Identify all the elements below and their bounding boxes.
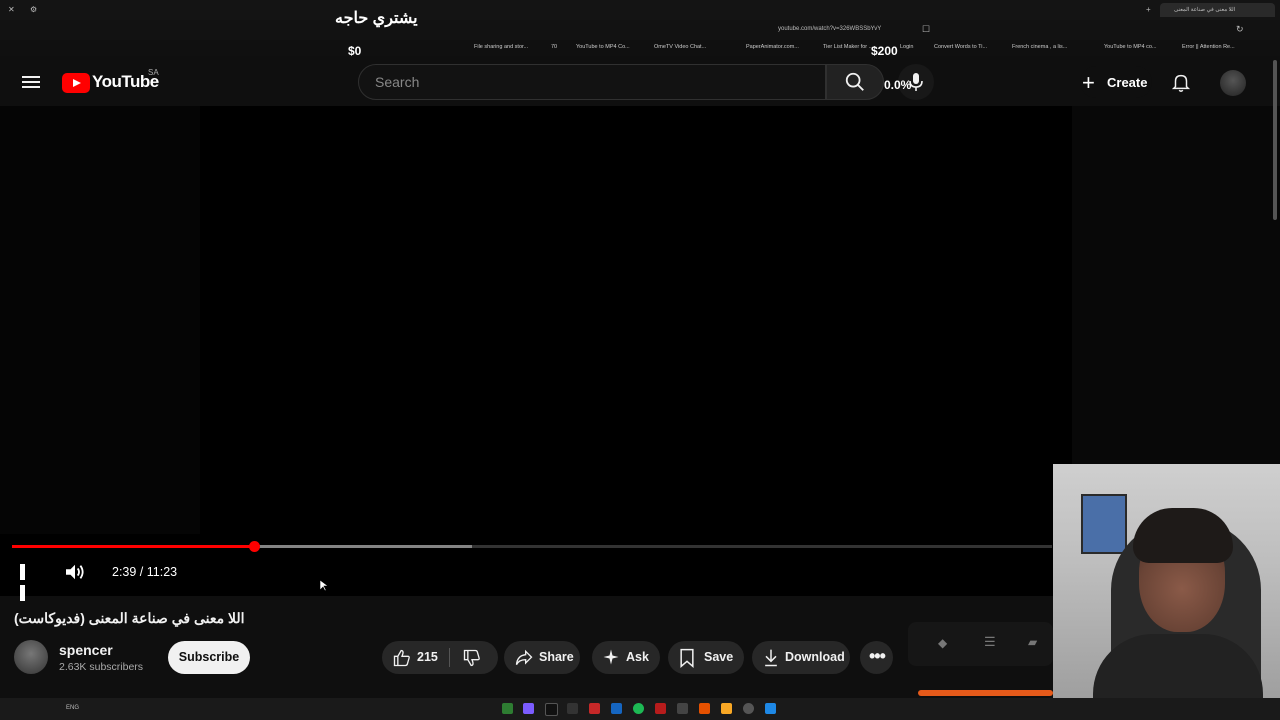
browser-toolbar: youtube.com/watch?v=326WBSSbYvY ↻ ☐: [0, 20, 1280, 40]
like-count[interactable]: 215: [417, 650, 438, 664]
download-button[interactable]: Download: [752, 641, 850, 674]
more-dots-icon: •••: [869, 646, 886, 666]
bookmark-item[interactable]: Tier List Maker for ...: [823, 44, 873, 50]
more-actions-button[interactable]: •••: [860, 641, 893, 674]
subscriber-count: 2.63K subscribers: [59, 661, 144, 673]
search-input[interactable]: [373, 73, 807, 91]
pause-button[interactable]: [20, 564, 36, 601]
taskbar-app-icon[interactable]: [677, 703, 688, 714]
chat-panel-controls: ◆ ☰ ▰: [908, 622, 1053, 666]
bookmarks-bar: File sharing and stor... 70 YouTube to M…: [0, 40, 1280, 56]
reload-icon[interactable]: ↻: [1236, 24, 1244, 35]
search-button[interactable]: [826, 64, 884, 100]
overlay-balance-left: $0: [348, 44, 362, 58]
bookmark-item[interactable]: PaperAnimator.com...: [746, 44, 799, 50]
create-button[interactable]: + Create: [1080, 66, 1152, 98]
person-hair: [1133, 508, 1233, 563]
gem-icon[interactable]: ◆: [938, 636, 947, 650]
plus-icon: +: [1082, 70, 1095, 95]
browser-tab-bar: ✕ ⚙ اللا معنى في صناعة المعنى +: [0, 0, 1280, 20]
list-icon[interactable]: ☰: [984, 634, 996, 650]
channel-name[interactable]: spencer: [59, 642, 113, 658]
thumbs-up-icon[interactable]: [392, 648, 412, 668]
sparkle-icon: [603, 649, 619, 665]
notifications-bell-icon[interactable]: [1170, 71, 1192, 93]
download-icon: [765, 649, 777, 667]
youtube-logo-icon[interactable]: [62, 73, 90, 93]
account-avatar[interactable]: [1220, 70, 1246, 96]
share-arrow-icon: [515, 649, 533, 665]
orange-accent-bar: [918, 690, 1053, 696]
taskbar-app-icon[interactable]: [502, 703, 513, 714]
close-tab-icon[interactable]: ✕: [8, 5, 15, 14]
share-button[interactable]: Share: [504, 641, 580, 674]
wall-poster: [1081, 494, 1127, 554]
like-dislike-group: 215: [382, 641, 498, 674]
bookmark-item[interactable]: French cinema , a lis...: [1012, 44, 1067, 50]
subscribe-button[interactable]: Subscribe: [168, 641, 250, 674]
bookmark-item[interactable]: YouTube to MP4 co...: [1104, 44, 1157, 50]
volume-icon[interactable]: [64, 563, 86, 581]
chat-icon[interactable]: ▰: [1028, 635, 1037, 649]
bookmark-save-icon: [680, 648, 694, 668]
save-label: Save: [704, 650, 734, 664]
ambient-panel: [1072, 106, 1280, 464]
bookmark-item[interactable]: 70: [551, 44, 557, 50]
taskbar-app-icon[interactable]: [589, 703, 600, 714]
search-box: [358, 64, 826, 100]
like-divider: [449, 648, 450, 667]
menu-icon[interactable]: [22, 73, 40, 89]
new-tab-icon[interactable]: +: [1146, 5, 1151, 14]
taskbar-app-icon[interactable]: [611, 703, 622, 714]
search-taskbar-icon[interactable]: [743, 703, 754, 714]
folder-icon[interactable]: [721, 703, 732, 714]
taskbar-app-icon[interactable]: [523, 703, 534, 714]
pause-icon: [20, 564, 25, 580]
bookmark-item[interactable]: OmeTV Video Chat...: [654, 44, 706, 50]
ask-label: Ask: [626, 650, 649, 664]
webcam-feed: [1053, 464, 1280, 720]
active-tab-title: اللا معنى في صناعة المعنى: [1174, 7, 1236, 13]
language-indicator[interactable]: ENG: [66, 705, 79, 711]
browser-icon[interactable]: [699, 703, 710, 714]
region-code: SA: [148, 68, 159, 77]
download-label: Download: [785, 650, 845, 664]
ask-button[interactable]: Ask: [592, 641, 660, 674]
overlay-balance-right: $200: [871, 44, 898, 58]
active-tab[interactable]: اللا معنى في صناعة المعنى: [1160, 3, 1275, 17]
bookmark-item[interactable]: YouTube to MP4 Co...: [576, 44, 630, 50]
overlay-heading: يشتري حاجه: [335, 10, 418, 27]
taskbar-app-icon[interactable]: [567, 703, 578, 714]
save-button[interactable]: Save: [668, 641, 744, 674]
page-scrollbar[interactable]: [1273, 60, 1277, 220]
mouse-cursor-icon: [320, 580, 328, 592]
progress-played: [12, 545, 255, 548]
create-label: Create: [1107, 75, 1148, 90]
bookmark-item[interactable]: Error || Attention Re...: [1182, 44, 1235, 50]
bookmark-icon[interactable]: ☐: [922, 24, 930, 35]
overlay-percent: 0.0%: [884, 78, 912, 92]
bookmark-item[interactable]: File sharing and stor...: [474, 44, 528, 50]
taskbar-app-icon[interactable]: [655, 703, 666, 714]
taskbar-app-icon[interactable]: [545, 703, 558, 716]
settings-icon[interactable]: ⚙: [30, 5, 37, 14]
windows-start-icon[interactable]: [765, 703, 776, 714]
video-letterbox-left: [0, 106, 200, 534]
time-display: 2:39 / 11:23: [112, 565, 178, 579]
address-bar[interactable]: youtube.com/watch?v=326WBSSbYvY: [778, 26, 881, 32]
bookmark-item[interactable]: Convert Words to Ti...: [934, 44, 987, 50]
bookmark-item[interactable]: Login: [900, 44, 913, 50]
search-icon: [845, 72, 864, 91]
video-title: اللا معنى في صناعة المعنى (فديوكاست): [14, 610, 245, 626]
channel-avatar[interactable]: [14, 640, 48, 674]
spotify-icon[interactable]: [633, 703, 644, 714]
share-label: Share: [539, 650, 574, 664]
thumbs-down-icon[interactable]: [462, 648, 482, 668]
